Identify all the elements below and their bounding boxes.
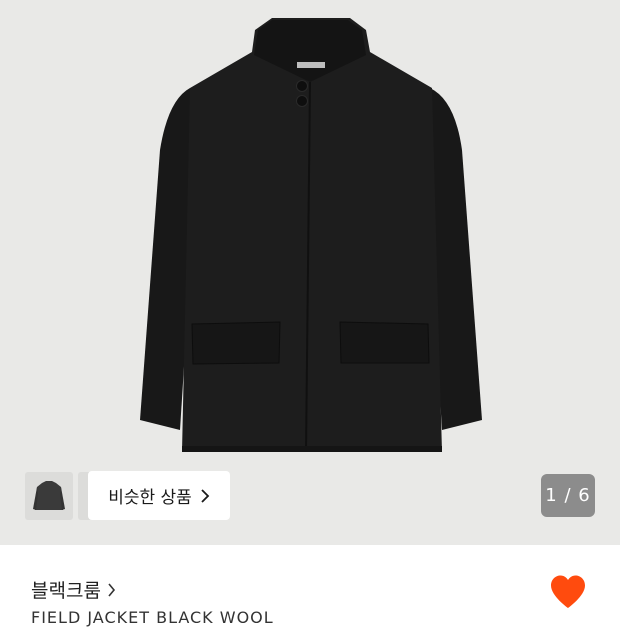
chevron-right-icon bbox=[200, 488, 210, 503]
jacket-image bbox=[140, 18, 482, 453]
thumbnail-jacket[interactable] bbox=[25, 472, 73, 520]
brand-name: 블랙크룸 bbox=[31, 580, 101, 602]
chevron-right-icon bbox=[107, 582, 116, 597]
product-image-gallery[interactable]: 비슷한 상품 1 / 6 bbox=[0, 0, 620, 545]
image-counter-badge: 1 / 6 bbox=[541, 474, 595, 517]
brand-link[interactable]: 블랙크룸 bbox=[31, 576, 116, 603]
wishlist-heart-icon[interactable] bbox=[549, 574, 587, 610]
similar-products-label: 비슷한 상품 bbox=[108, 488, 192, 508]
similar-products-button[interactable]: 비슷한 상품 bbox=[88, 471, 230, 520]
product-name: FIELD JACKET BLACK WOOL bbox=[31, 608, 274, 627]
image-counter-text: 1 / 6 bbox=[545, 485, 591, 506]
jacket-thumbnail-icon bbox=[33, 481, 65, 510]
